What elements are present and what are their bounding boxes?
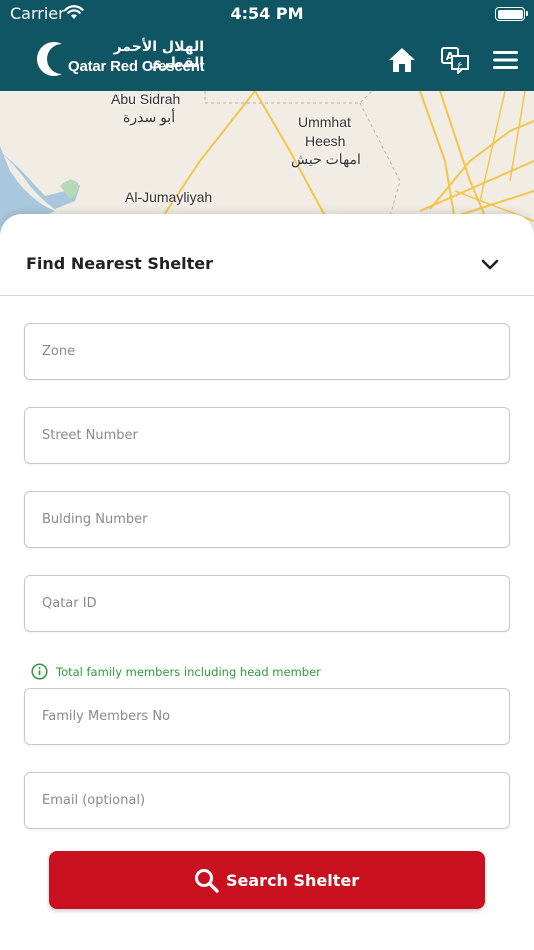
qatar-id-input[interactable] <box>42 576 492 630</box>
family-members-input[interactable] <box>42 689 492 743</box>
map-label-heesh: Heesh <box>305 133 346 149</box>
battery-icon <box>495 7 528 21</box>
language-button[interactable]: A ع <box>440 45 470 75</box>
search-shelter-button[interactable]: Search Shelter <box>49 851 485 909</box>
home-button[interactable] <box>387 45 417 75</box>
menu-button[interactable] <box>491 45 521 75</box>
building-number-input[interactable] <box>42 492 492 546</box>
shelter-search-sheet: Find Nearest Shelter Total family member… <box>0 214 534 950</box>
search-icon <box>195 869 219 893</box>
zone-field[interactable] <box>24 323 510 380</box>
map-label-ummhat-arabic: امهات حيش <box>291 151 361 167</box>
search-shelter-label: Search Shelter <box>226 871 360 890</box>
family-members-field[interactable] <box>24 688 510 745</box>
email-input[interactable] <box>42 773 492 827</box>
map-label-abu-sidrah: Abu Sidrah <box>111 91 181 107</box>
map-label-ummhat: Ummhat <box>298 114 351 130</box>
zone-input[interactable] <box>42 324 492 378</box>
logo-english-text: Qatar Red Crescent <box>68 58 205 75</box>
info-icon <box>31 663 48 680</box>
qrc-logo[interactable]: الهلال الأحمر القطري Qatar Red Crescent <box>32 37 222 81</box>
collapse-button[interactable] <box>478 252 502 276</box>
building-number-field[interactable] <box>24 491 510 548</box>
crescent-logo-icon <box>37 42 62 76</box>
street-number-field[interactable] <box>24 407 510 464</box>
svg-text:ع: ع <box>457 60 463 70</box>
home-icon <box>389 48 415 72</box>
status-bar: Carrier 4:54 PM <box>0 0 534 28</box>
qatar-id-field[interactable] <box>24 575 510 632</box>
email-field[interactable] <box>24 772 510 829</box>
family-members-hint-text: Total family members including head memb… <box>56 665 321 679</box>
street-number-input[interactable] <box>42 408 492 462</box>
map-label-al-jumayliyah: Al-Jumayliyah <box>125 189 213 205</box>
sheet-header[interactable]: Find Nearest Shelter <box>0 214 534 296</box>
hamburger-menu-icon <box>493 51 518 69</box>
chevron-down-icon <box>481 259 499 270</box>
sheet-title: Find Nearest Shelter <box>26 254 213 273</box>
status-time: 4:54 PM <box>230 4 304 23</box>
language-icon: A ع <box>441 47 469 74</box>
app-header: الهلال الأحمر القطري Qatar Red Crescent … <box>0 28 534 91</box>
map-label-abu-sidrah-arabic: أبو سدرة <box>123 109 176 125</box>
